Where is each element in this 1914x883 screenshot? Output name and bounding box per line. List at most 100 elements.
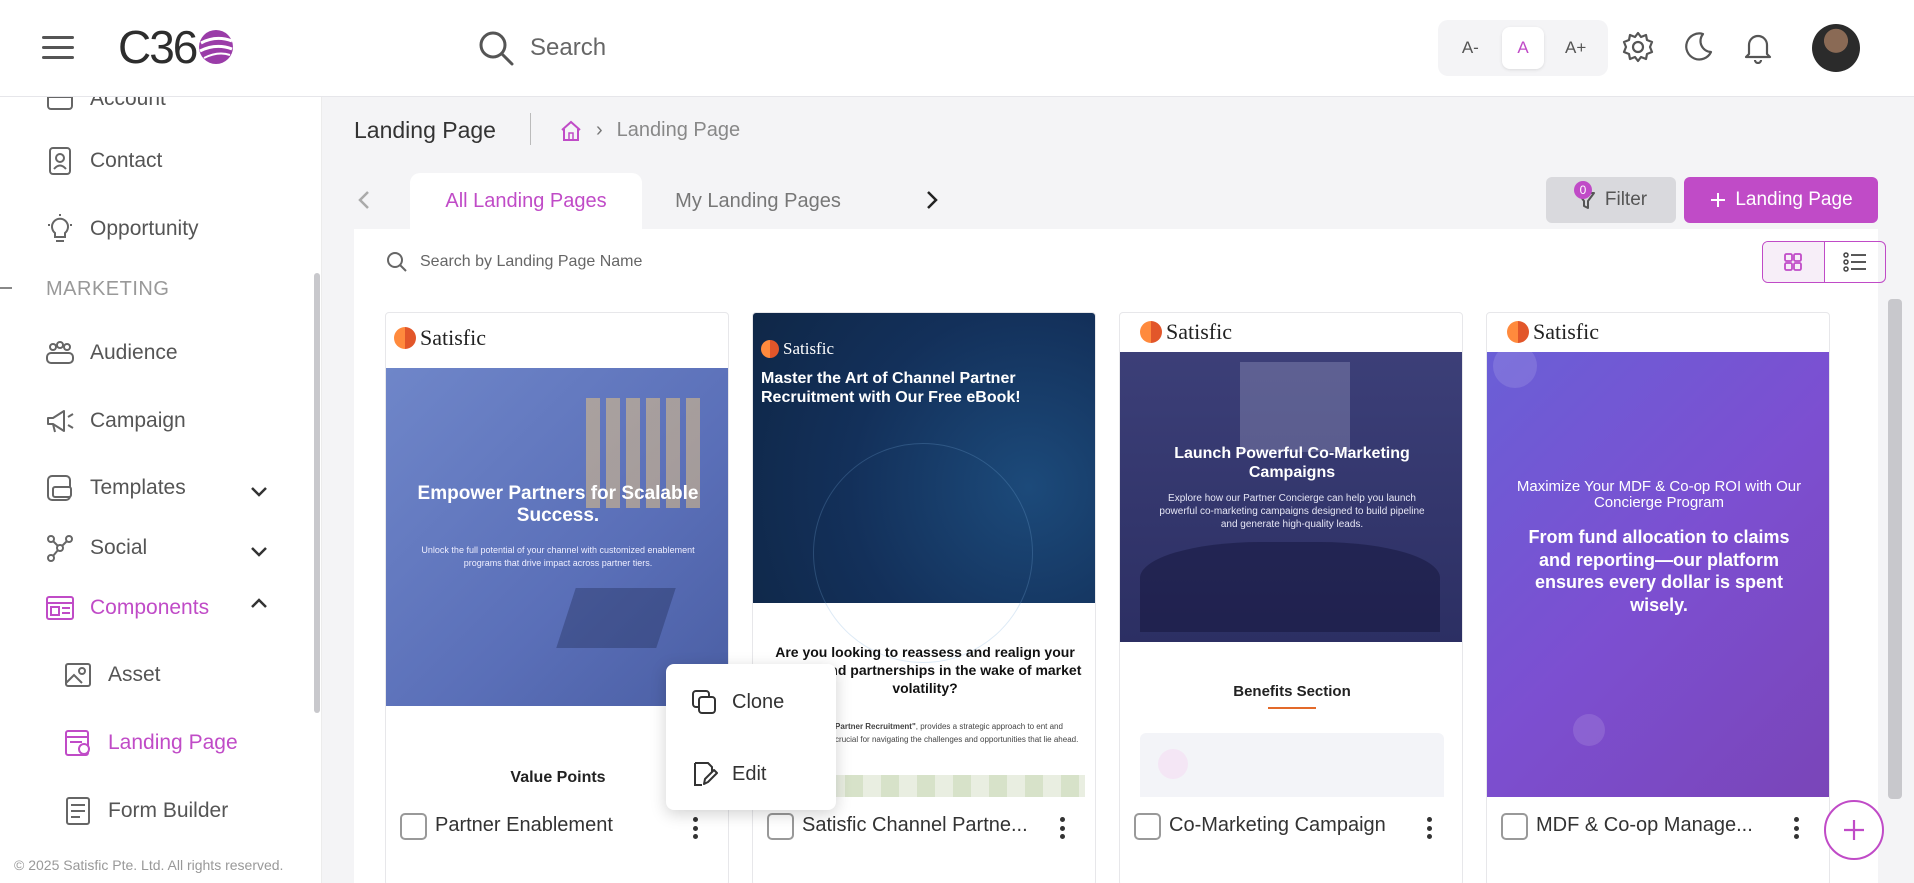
more-options-icon[interactable] bbox=[685, 813, 705, 843]
logo-text: C36 bbox=[118, 21, 198, 73]
edit-label: Edit bbox=[732, 762, 767, 785]
sidebar-item-label: Contact bbox=[90, 149, 163, 172]
components-icon bbox=[46, 596, 74, 620]
card-thumbnail[interactable]: Satisfic Launch Powerful Co-Marketing Ca… bbox=[1120, 313, 1462, 797]
sidebar-item-asset[interactable]: Asset bbox=[62, 657, 161, 693]
edit-icon bbox=[694, 762, 718, 786]
tab-all-landing-pages[interactable]: All Landing Pages bbox=[410, 173, 642, 229]
sidebar-item-templates[interactable]: Templates bbox=[44, 470, 186, 506]
font-normal-button[interactable]: A bbox=[1501, 27, 1544, 69]
brand-name: Satisfic bbox=[1166, 319, 1232, 344]
tab-my-landing-pages[interactable]: My Landing Pages bbox=[642, 173, 874, 229]
landing-page-card[interactable]: Satisfic Launch Powerful Co-Marketing Ca… bbox=[1119, 312, 1463, 883]
form-icon bbox=[66, 797, 90, 825]
contact-icon bbox=[49, 147, 71, 175]
chevron-left-icon[interactable] bbox=[354, 189, 376, 211]
sidebar: Account Contact Opportunity MARKETING Au… bbox=[0, 97, 322, 883]
page-title: Landing Page bbox=[354, 117, 496, 143]
sidebar-item-label: Templates bbox=[90, 476, 186, 499]
bell-icon[interactable] bbox=[1741, 30, 1775, 64]
logo[interactable]: C36 bbox=[118, 21, 236, 73]
more-options-icon[interactable] bbox=[1786, 813, 1806, 843]
sidebar-item-form-builder[interactable]: Form Builder bbox=[62, 793, 228, 829]
list-view-button[interactable] bbox=[1825, 242, 1886, 282]
add-landing-page-button[interactable]: Landing Page bbox=[1684, 177, 1878, 223]
sidebar-item-audience[interactable]: Audience bbox=[44, 335, 178, 371]
grid-icon bbox=[1784, 253, 1803, 271]
sidebar-item-campaign[interactable]: Campaign bbox=[44, 403, 186, 439]
edit-menu-item[interactable]: Edit bbox=[690, 754, 766, 794]
context-menu: Clone Edit bbox=[666, 664, 836, 810]
landing-page-icon bbox=[65, 730, 90, 756]
card-footer: Co-Marketing Campaign bbox=[1120, 797, 1462, 883]
view-toggle bbox=[1762, 241, 1886, 283]
select-checkbox[interactable] bbox=[1134, 813, 1161, 840]
sidebar-item-opportunity[interactable]: Opportunity bbox=[44, 211, 199, 247]
chevron-up-icon[interactable] bbox=[250, 597, 268, 609]
floating-add-button[interactable] bbox=[1824, 800, 1884, 860]
sidebar-item-landing-page[interactable]: Landing Page bbox=[62, 725, 238, 761]
select-checkbox[interactable] bbox=[767, 813, 794, 840]
title-divider bbox=[530, 113, 531, 145]
select-checkbox[interactable] bbox=[400, 813, 427, 840]
hero-body: Unlock the full potential of your channe… bbox=[421, 545, 695, 568]
home-icon[interactable] bbox=[560, 120, 582, 142]
landing-page-search[interactable]: Search by Landing Page Name bbox=[386, 251, 642, 273]
sidebar-item-label: Account bbox=[90, 97, 166, 110]
clone-menu-item[interactable]: Clone bbox=[690, 682, 784, 722]
account-icon bbox=[47, 97, 73, 110]
brand-name: Satisfic bbox=[1533, 319, 1599, 344]
tab-bar: All Landing Pages My Landing Pages bbox=[354, 173, 1912, 229]
sidebar-item-contact[interactable]: Contact bbox=[44, 143, 162, 179]
font-decrease-button[interactable]: A- bbox=[1449, 27, 1491, 69]
sidebar-item-label: Opportunity bbox=[90, 217, 199, 240]
select-checkbox[interactable] bbox=[1501, 813, 1528, 840]
sidebar-item-social[interactable]: Social bbox=[44, 530, 147, 566]
megaphone-icon bbox=[47, 410, 74, 433]
lightbulb-icon bbox=[48, 214, 72, 242]
hero-headline: Master the Art of Channel Partner Recrui… bbox=[761, 370, 1021, 407]
plus-icon bbox=[1844, 820, 1864, 840]
chevron-down-icon[interactable] bbox=[250, 546, 268, 558]
filter-button[interactable]: 0 Filter bbox=[1546, 177, 1676, 223]
sidebar-scrollbar[interactable] bbox=[314, 273, 320, 713]
landing-page-card[interactable]: Satisfic Maximize Your MDF & Co-op ROI w… bbox=[1486, 312, 1830, 883]
card-title: Co-Marketing Campaign bbox=[1169, 814, 1386, 836]
hero-headline: From fund allocation to claims and repor… bbox=[1528, 527, 1790, 615]
menu-icon[interactable] bbox=[42, 36, 74, 60]
hero-headline: Empower Partners for Scalable Success. bbox=[417, 483, 699, 526]
moon-icon[interactable] bbox=[1681, 30, 1715, 64]
global-search[interactable]: Search bbox=[476, 26, 606, 70]
search-placeholder: Search by Landing Page Name bbox=[420, 253, 643, 270]
sidebar-item-account[interactable]: Account bbox=[44, 97, 166, 117]
breadcrumb: › Landing Page bbox=[560, 119, 740, 142]
search-icon bbox=[479, 31, 514, 66]
brand-logo: Satisfic bbox=[1507, 319, 1599, 345]
hero-subtitle: Maximize Your MDF & Co-op ROI with Our C… bbox=[1516, 478, 1802, 511]
settings-icon[interactable] bbox=[1621, 30, 1655, 64]
content-scrollbar[interactable] bbox=[1888, 299, 1902, 799]
hero-body: Explore how our Partner Concierge can he… bbox=[1159, 493, 1425, 530]
sidebar-item-label: Components bbox=[90, 596, 210, 619]
grid-view-button[interactable] bbox=[1763, 242, 1825, 282]
add-button-label: Landing Page bbox=[1735, 189, 1853, 210]
hero-image: Maximize Your MDF & Co-op ROI with Our C… bbox=[1487, 344, 1829, 797]
chevron-down-icon[interactable] bbox=[250, 486, 268, 498]
font-increase-button[interactable]: A+ bbox=[1555, 27, 1597, 69]
card-title: Satisfic Channel Partne... bbox=[802, 814, 1028, 836]
card-title: MDF & Co-op Manage... bbox=[1536, 814, 1753, 836]
sidebar-item-label: Form Builder bbox=[108, 799, 229, 822]
logo-globe-icon bbox=[199, 30, 234, 64]
card-title: Partner Enablement bbox=[435, 814, 613, 836]
more-options-icon[interactable] bbox=[1419, 813, 1439, 843]
search-icon bbox=[387, 252, 407, 272]
section-heading: Benefits Section bbox=[1233, 683, 1351, 700]
user-avatar[interactable] bbox=[1812, 24, 1860, 72]
chevron-right-icon[interactable] bbox=[920, 189, 942, 211]
people-icon bbox=[46, 341, 74, 364]
breadcrumb-current: Landing Page bbox=[616, 119, 741, 141]
more-options-icon[interactable] bbox=[1052, 813, 1072, 843]
top-header: C36 Search A- A A+ bbox=[0, 0, 1914, 97]
card-thumbnail[interactable]: Satisfic Maximize Your MDF & Co-op ROI w… bbox=[1487, 313, 1829, 797]
sidebar-item-components[interactable]: Components bbox=[44, 590, 209, 626]
